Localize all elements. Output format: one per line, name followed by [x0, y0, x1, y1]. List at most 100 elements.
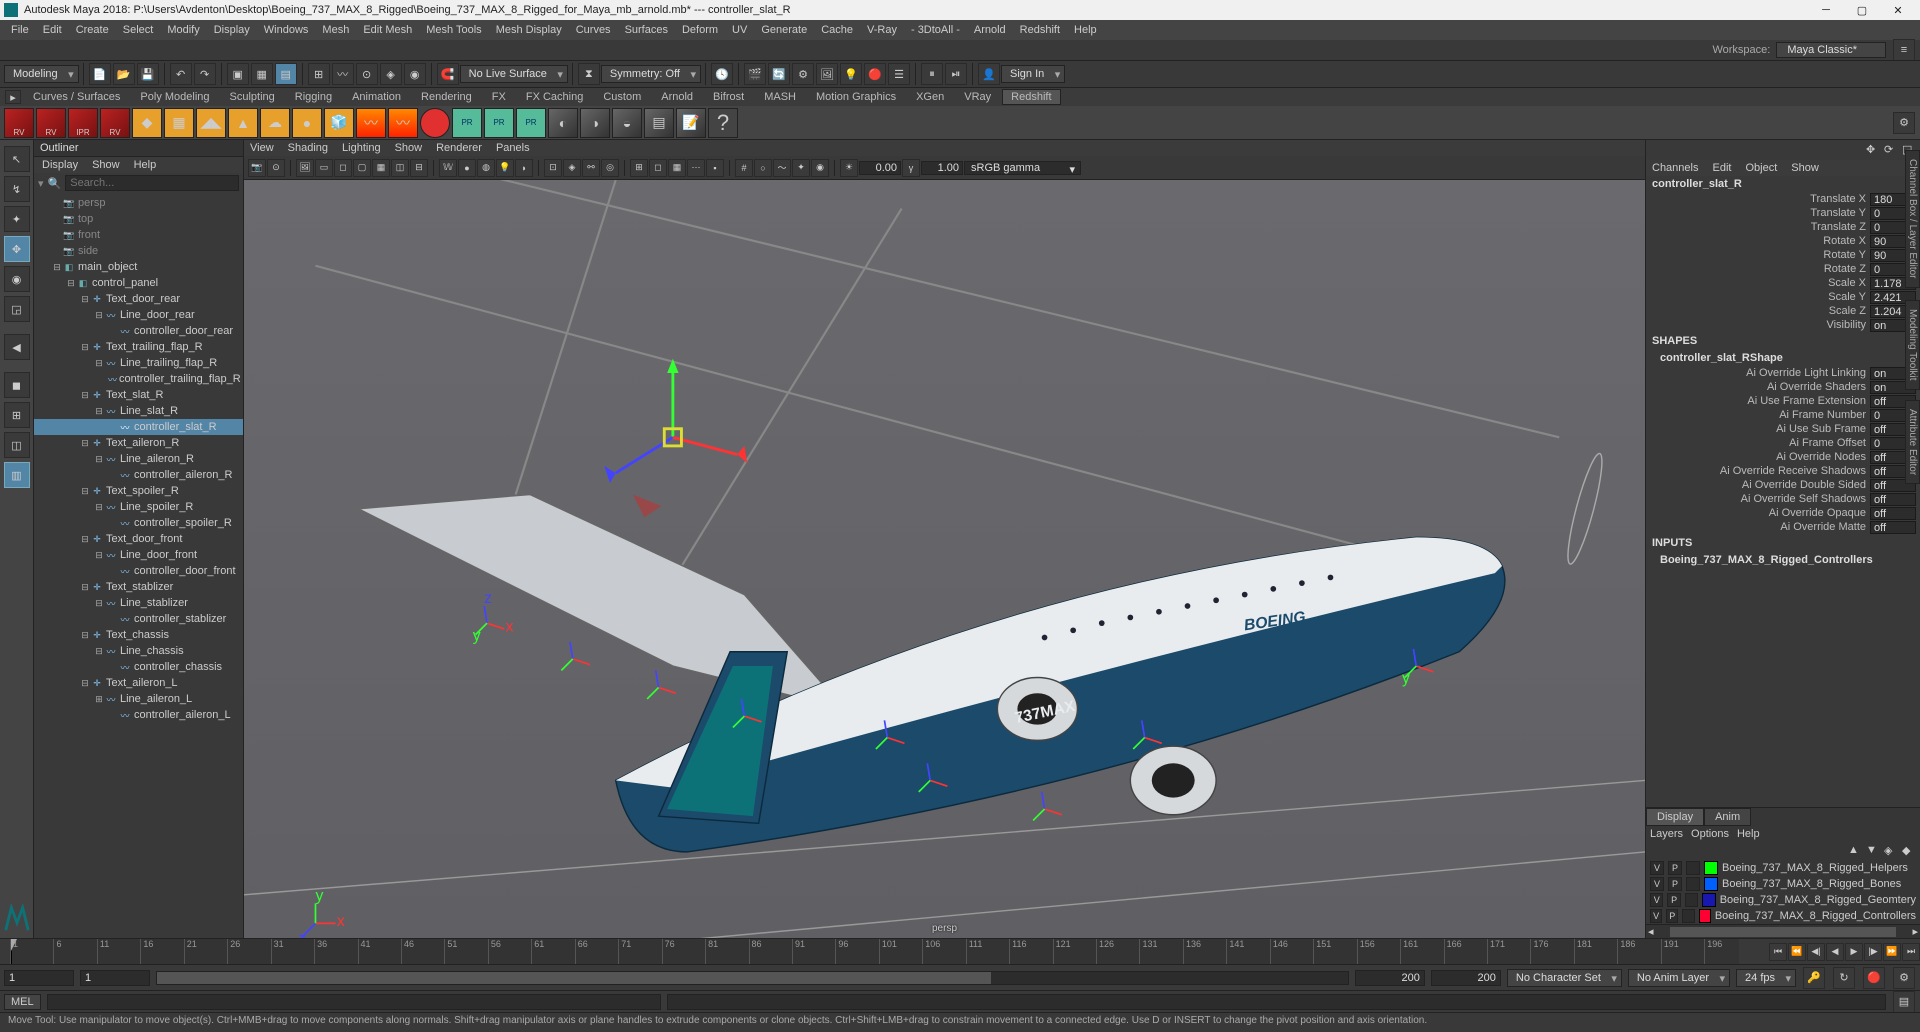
outliner-item-main_object[interactable]: ⊟◧main_object	[34, 259, 243, 275]
menu-file[interactable]: File	[4, 20, 36, 40]
shelf-btn-21[interactable]: ▤	[644, 108, 674, 138]
go-end-button[interactable]: ⏭	[1902, 943, 1920, 961]
layout-side[interactable]: ◫	[4, 432, 30, 458]
range-slider[interactable]	[156, 971, 1349, 985]
vp-gamma-value[interactable]: 1.00	[921, 161, 963, 175]
workspace-menu-icon[interactable]: ≡	[1893, 39, 1915, 61]
step-back-key-button[interactable]: ⏪	[1788, 943, 1806, 961]
render-frame-icon[interactable]: 🎬	[744, 63, 766, 85]
attr-translate-y[interactable]: Translate Y0	[1646, 206, 1920, 220]
vp-exposure-value[interactable]: 0.00	[859, 161, 901, 175]
select-by-hierarchy-icon[interactable]: ▤	[275, 63, 297, 85]
shelf-tab-fx-caching[interactable]: FX Caching	[517, 89, 592, 105]
close-button[interactable]: ✕	[1880, 0, 1916, 20]
vp-shadows-icon[interactable]: ◗	[515, 159, 533, 177]
shelf-btn-pr2[interactable]: PR	[484, 108, 514, 138]
viewport-3d[interactable]: BOEING 737MAX xyz	[244, 180, 1645, 938]
menu-display[interactable]: Display	[207, 20, 257, 40]
shelf-btn-18[interactable]: ◐	[548, 108, 578, 138]
vp-gamma-icon[interactable]: γ	[902, 159, 920, 177]
menu-cache[interactable]: Cache	[814, 20, 860, 40]
chan-icon1[interactable]: ✥	[1866, 143, 1880, 157]
new-layer-selected-icon[interactable]: ◆	[1902, 844, 1916, 858]
outliner-item-controller_aileron_r[interactable]: 〰controller_aileron_R	[34, 467, 243, 483]
mode-dropdown[interactable]: Modeling	[4, 65, 79, 83]
shelf-btn-10[interactable]: ●	[292, 108, 322, 138]
vp-wireframe-icon[interactable]: 𝕎	[439, 159, 457, 177]
attr-rotate-y[interactable]: Rotate Y90	[1646, 248, 1920, 262]
step-back-button[interactable]: ◀|	[1807, 943, 1825, 961]
range-end-input[interactable]	[1431, 970, 1501, 986]
vp-dof-icon[interactable]: ◉	[811, 159, 829, 177]
anim-layers-tab[interactable]: Anim	[1704, 808, 1751, 826]
select-by-object-icon[interactable]: ▣	[227, 63, 249, 85]
outliner-search-input[interactable]	[65, 175, 239, 191]
construction-history-icon[interactable]: 🕓	[711, 63, 733, 85]
menu-generate[interactable]: Generate	[754, 20, 814, 40]
time-cursor[interactable]	[11, 939, 12, 964]
menu-deform[interactable]: Deform	[675, 20, 725, 40]
light-editor-icon[interactable]: 💡	[840, 63, 862, 85]
outliner-item-text_door_rear[interactable]: ⊟✛Text_door_rear	[34, 291, 243, 307]
channel-menu-object[interactable]: Object	[1739, 162, 1783, 174]
shelf-btn-9[interactable]: ☁	[260, 108, 290, 138]
channel-object-name[interactable]: controller_slat_R	[1646, 176, 1920, 192]
side-tab-channelbox[interactable]: Channel Box / Layer Editor	[1905, 150, 1920, 288]
shelf-btn-help[interactable]: ?	[708, 108, 738, 138]
range-start-input[interactable]	[4, 970, 74, 986]
menu-mesh-tools[interactable]: Mesh Tools	[419, 20, 488, 40]
menu-surfaces[interactable]: Surfaces	[618, 20, 675, 40]
vp-no-wire-icon[interactable]: ◻	[649, 159, 667, 177]
outliner-item-line_slat_r[interactable]: ⊟〰Line_slat_R	[34, 403, 243, 419]
outliner-item-front[interactable]: 📷front	[34, 227, 243, 243]
shelf-tab-motion-graphics[interactable]: Motion Graphics	[807, 89, 905, 105]
chan-icon2[interactable]: ⟳	[1884, 143, 1898, 157]
menu-curves[interactable]: Curves	[569, 20, 618, 40]
layout-single[interactable]: ◼	[4, 372, 30, 398]
toggle-play-icon[interactable]: ⏯	[945, 63, 967, 85]
rotate-tool[interactable]: ◉	[4, 266, 30, 292]
menu-redshift[interactable]: Redshift	[1013, 20, 1067, 40]
viewport-menu-renderer[interactable]: Renderer	[430, 142, 488, 154]
attr-ai-override-opaque[interactable]: Ai Override Opaqueoff	[1646, 506, 1920, 520]
shelf-btn-ipr[interactable]: IPR	[68, 108, 98, 138]
side-tab-modeling-toolkit[interactable]: Modeling Toolkit	[1905, 300, 1920, 390]
outliner-item-text_trailing_flap_r[interactable]: ⊟✛Text_trailing_flap_R	[34, 339, 243, 355]
viewport-menu-shading[interactable]: Shading	[282, 142, 334, 154]
layer-boeing-737-max-8-rigged-helpers[interactable]: VPBoeing_737_MAX_8_Rigged_Helpers	[1646, 860, 1920, 876]
viewport-menu-lighting[interactable]: Lighting	[336, 142, 387, 154]
vp-wire-on-shaded-icon[interactable]: ⊞	[630, 159, 648, 177]
viewport-menu-view[interactable]: View	[244, 142, 280, 154]
shelf-tab-rendering[interactable]: Rendering	[412, 89, 481, 105]
shelf-tab-curves-surfaces[interactable]: Curves / Surfaces	[24, 89, 129, 105]
scale-tool[interactable]: ◲	[4, 296, 30, 322]
layer-boeing-737-max-8-rigged-bones[interactable]: VPBoeing_737_MAX_8_Rigged_Bones	[1646, 876, 1920, 892]
save-scene-icon[interactable]: 💾	[137, 63, 159, 85]
attr-ai-override-shaders[interactable]: Ai Override Shaderson	[1646, 380, 1920, 394]
channel-menu-show[interactable]: Show	[1785, 162, 1825, 174]
attr-ai-override-matte[interactable]: Ai Override Matteoff	[1646, 520, 1920, 534]
shelf-btn-5[interactable]: ◆	[132, 108, 162, 138]
loop-icon[interactable]: ↻	[1833, 967, 1855, 989]
menu-arnold[interactable]: Arnold	[967, 20, 1013, 40]
menu-mesh-display[interactable]: Mesh Display	[489, 20, 569, 40]
outliner-item-line_aileron_l[interactable]: ⊞〰Line_aileron_L	[34, 691, 243, 707]
select-by-component-icon[interactable]: ▦	[251, 63, 273, 85]
shelf-btn-22[interactable]: 📝	[676, 108, 706, 138]
outliner-item-text_aileron_l[interactable]: ⊟✛Text_aileron_L	[34, 675, 243, 691]
channel-menu-edit[interactable]: Edit	[1706, 162, 1737, 174]
menu-edit[interactable]: Edit	[36, 20, 69, 40]
ipr-render-icon[interactable]: 🔄	[768, 63, 790, 85]
last-tool[interactable]: ◀	[4, 334, 30, 360]
lasso-tool[interactable]: ↯	[4, 176, 30, 202]
outliner-item-line_door_rear[interactable]: ⊟〰Line_door_rear	[34, 307, 243, 323]
attr-ai-override-nodes[interactable]: Ai Override Nodesoff	[1646, 450, 1920, 464]
symmetry-dropdown[interactable]: Symmetry: Off	[601, 65, 701, 83]
shelf-btn-pr1[interactable]: PR	[452, 108, 482, 138]
shelf-tab-bifrost[interactable]: Bifrost	[704, 89, 753, 105]
outliner-item-text_slat_r[interactable]: ⊟✛Text_slat_R	[34, 387, 243, 403]
shelf-tab-sculpting[interactable]: Sculpting	[221, 89, 284, 105]
shelf-btn-rv2[interactable]: RV	[36, 108, 66, 138]
outliner-item-control_panel[interactable]: ⊟◧control_panel	[34, 275, 243, 291]
shelf-tab-xgen[interactable]: XGen	[907, 89, 953, 105]
